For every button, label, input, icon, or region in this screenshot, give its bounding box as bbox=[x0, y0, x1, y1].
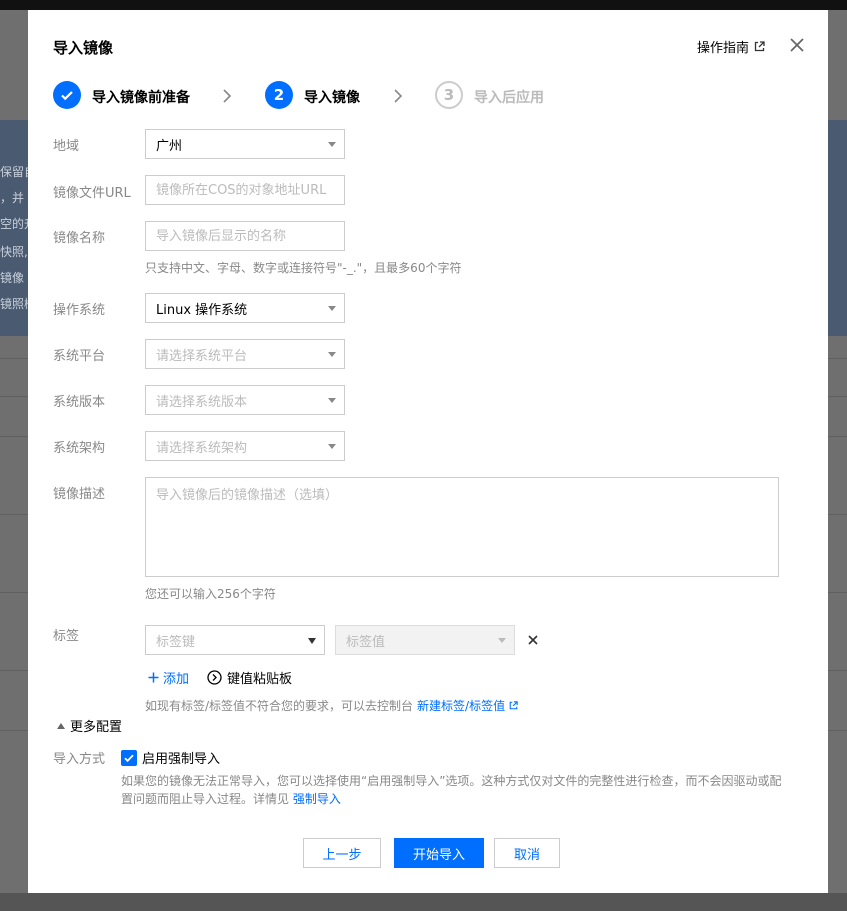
description-label: 镜像描述 bbox=[53, 487, 106, 502]
add-tag-button[interactable]: 添加 bbox=[148, 668, 189, 687]
image-url-input[interactable] bbox=[156, 182, 334, 198]
backdrop-text: 快照, bbox=[0, 245, 28, 259]
version-label: 系统版本 bbox=[53, 395, 106, 410]
checkbox-checked-icon bbox=[121, 749, 137, 766]
circle-arrow-icon bbox=[207, 670, 222, 685]
dropdown-arrow-icon bbox=[328, 352, 336, 357]
dropdown-arrow-icon bbox=[328, 306, 336, 311]
external-link-icon bbox=[509, 701, 518, 710]
os-value: Linux 操作系统 bbox=[156, 302, 248, 318]
backdrop-text: 空的升 bbox=[0, 217, 28, 231]
force-import-link[interactable]: 强制导入 bbox=[293, 792, 341, 806]
step-3-number: 3 bbox=[435, 81, 463, 109]
step-3-label: 导入后应用 bbox=[474, 90, 544, 106]
image-url-field[interactable] bbox=[145, 175, 345, 205]
image-name-label: 镜像名称 bbox=[53, 231, 106, 246]
backdrop-banner-right bbox=[828, 120, 847, 336]
force-import-desc-text: 置问题而阻止导入过程。详情见 bbox=[121, 792, 290, 806]
dialog-title: 导入镜像 bbox=[53, 39, 114, 57]
paste-board-button[interactable]: 键值粘贴板 bbox=[207, 668, 292, 687]
step-1-label: 导入镜像前准备 bbox=[92, 90, 190, 106]
tag-key-placeholder: 标签键 bbox=[156, 634, 196, 650]
external-link-icon bbox=[754, 41, 765, 52]
backdrop-top bbox=[0, 0, 847, 10]
platform-label: 系统平台 bbox=[53, 349, 106, 364]
more-config-label: 更多配置 bbox=[70, 720, 123, 735]
tag-value-placeholder: 标签值 bbox=[346, 634, 386, 650]
dropdown-arrow-icon bbox=[498, 638, 506, 643]
tags-hint: 如现有标签/标签值不符合您的要求，可以去控制台 新建标签/标签值 bbox=[145, 697, 518, 714]
import-mode-label: 导入方式 bbox=[53, 752, 106, 767]
image-url-label: 镜像文件URL bbox=[53, 186, 131, 201]
platform-placeholder: 请选择系统平台 bbox=[156, 348, 248, 364]
tags-label: 标签 bbox=[53, 629, 80, 644]
version-placeholder: 请选择系统版本 bbox=[156, 394, 248, 410]
os-label: 操作系统 bbox=[53, 303, 106, 318]
paste-board-label: 键值粘贴板 bbox=[227, 672, 293, 687]
create-tag-link[interactable]: 新建标签/标签值 bbox=[417, 697, 505, 714]
image-name-input[interactable] bbox=[156, 228, 334, 244]
version-select[interactable]: 请选择系统版本 bbox=[145, 385, 345, 415]
more-config-toggle[interactable]: 更多配置 bbox=[57, 716, 122, 735]
step-2-label: 导入镜像 bbox=[304, 90, 360, 106]
force-import-label: 启用强制导入 bbox=[142, 752, 221, 767]
step-1-done-icon bbox=[53, 81, 81, 109]
start-import-button[interactable]: 开始导入 bbox=[394, 838, 484, 868]
description-textarea[interactable] bbox=[156, 484, 768, 570]
description-field[interactable] bbox=[145, 477, 779, 577]
check-icon bbox=[124, 754, 134, 762]
backdrop-text: 镜像 bbox=[0, 271, 25, 285]
arch-label: 系统架构 bbox=[53, 441, 106, 456]
arch-select[interactable]: 请选择系统架构 bbox=[145, 431, 345, 461]
check-icon bbox=[61, 91, 73, 101]
tag-value-select[interactable]: 标签值 bbox=[335, 625, 515, 655]
image-name-field[interactable] bbox=[145, 221, 345, 251]
region-select[interactable]: 广州 bbox=[145, 129, 345, 159]
chevron-right-icon bbox=[394, 89, 403, 103]
dropdown-arrow-icon bbox=[328, 398, 336, 403]
dropdown-arrow-icon bbox=[308, 638, 316, 644]
arch-placeholder: 请选择系统架构 bbox=[156, 440, 248, 456]
add-tag-label: 添加 bbox=[163, 672, 190, 687]
tags-hint-text: 如现有标签/标签值不符合您的要求，可以去控制台 bbox=[145, 699, 414, 713]
cancel-button[interactable]: 取消 bbox=[494, 838, 560, 868]
guide-link[interactable]: 操作指南 bbox=[697, 37, 765, 56]
prev-step-button[interactable]: 上一步 bbox=[303, 838, 381, 868]
dropdown-arrow-icon bbox=[328, 444, 336, 449]
tag-key-select[interactable]: 标签键 bbox=[145, 625, 325, 655]
import-image-dialog: 导入镜像 操作指南 导入镜像前准备 2 导入镜像 3 导入后应用 地域 广州 镜… bbox=[28, 10, 828, 893]
triangle-up-icon bbox=[57, 722, 65, 729]
plus-icon bbox=[148, 672, 159, 683]
guide-link-label: 操作指南 bbox=[697, 41, 750, 56]
force-import-checkbox[interactable]: 启用强制导入 bbox=[121, 748, 220, 767]
step-2-number: 2 bbox=[265, 81, 293, 109]
force-import-desc-line2: 置问题而阻止导入过程。详情见 强制导入 bbox=[121, 790, 791, 808]
chevron-right-icon bbox=[223, 89, 232, 103]
force-import-desc: 如果您的镜像无法正常导入，您可以选择使用“启用强制导入”选项。这种方式仅对文件的… bbox=[121, 772, 791, 808]
dropdown-arrow-icon bbox=[328, 142, 336, 147]
backdrop-bottom bbox=[0, 893, 847, 911]
backdrop-text: 保留自 bbox=[0, 165, 28, 179]
description-hint: 您还可以输入256个字符 bbox=[145, 587, 276, 601]
backdrop-text: 镜照概 bbox=[0, 297, 28, 311]
image-name-hint: 只支持中文、字母、数字或连接符号"-_."，且最多60个字符 bbox=[145, 261, 462, 275]
os-select[interactable]: Linux 操作系统 bbox=[145, 293, 345, 323]
region-value: 广州 bbox=[156, 138, 183, 154]
close-icon[interactable] bbox=[786, 34, 808, 56]
force-import-desc-line1: 如果您的镜像无法正常导入，您可以选择使用“启用强制导入”选项。这种方式仅对文件的… bbox=[121, 774, 782, 788]
backdrop-text: ，并 bbox=[0, 191, 25, 205]
platform-select[interactable]: 请选择系统平台 bbox=[145, 339, 345, 369]
region-label: 地域 bbox=[53, 139, 80, 154]
remove-tag-icon[interactable] bbox=[526, 633, 540, 647]
